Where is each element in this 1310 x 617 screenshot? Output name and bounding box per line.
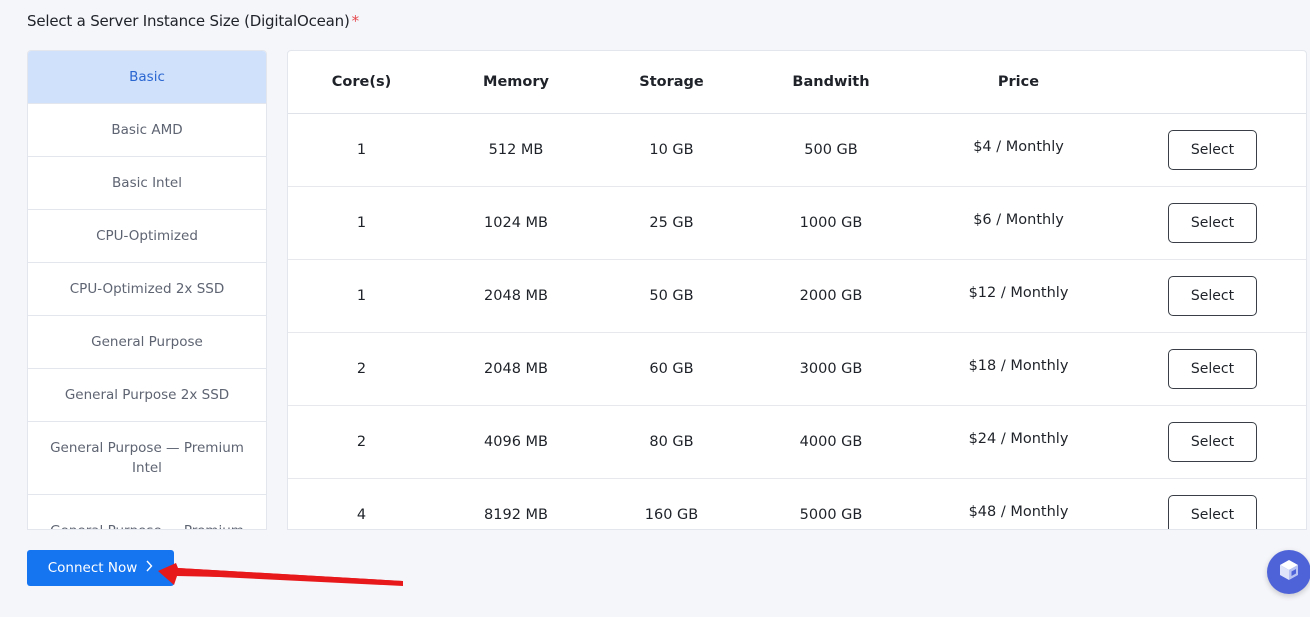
page-title-text: Select a Server Instance Size (DigitalOc… [27,12,350,30]
type-item-cpu-optimized-2x-ssd[interactable]: CPU-Optimized 2x SSD [28,263,266,316]
cell-bandwidth: 1000 GB [799,215,863,231]
cell-bandwidth: 3000 GB [799,361,863,377]
cell-storage: 50 GB [649,288,694,304]
select-button[interactable]: Select [1168,495,1257,529]
cell-price: $24 / Monthly [916,431,1121,450]
type-item-general-purpose[interactable]: General Purpose [28,316,266,369]
cell-bandwidth: 4000 GB [799,434,863,450]
cell-cores: 1 [356,215,367,231]
select-button[interactable]: Select [1168,422,1257,462]
cell-memory: 1024 MB [484,215,548,231]
cell-memory: 8192 MB [484,507,548,523]
cell-bandwidth: 5000 GB [799,507,863,523]
type-item-label: Basic AMD [111,122,183,138]
select-button[interactable]: Select [1168,130,1257,170]
cell-price: $18 / Monthly [916,358,1121,377]
cell-price: $48 / Monthly [916,504,1121,523]
type-item-general-purpose-2x-ssd[interactable]: General Purpose 2x SSD [28,369,266,422]
cell-cores: 1 [356,142,367,158]
table-row: 1 1024 MB 25 GB 1000 GB $6 / Monthly Sel… [288,187,1306,260]
type-item-basic[interactable]: Basic [28,51,266,104]
type-item-label: General Purpose — Premium Intel [50,440,244,476]
table-row: 2 2048 MB 60 GB 3000 GB $18 / Monthly Se… [288,333,1306,406]
connect-now-button[interactable]: Connect Now [27,550,174,586]
cell-cores: 4 [356,507,367,523]
price-text: $24 / Monthly [968,431,1069,447]
cell-cores: 1 [356,288,367,304]
table-row: 1 512 MB 10 GB 500 GB $4 / Monthly Selec… [288,114,1306,187]
cell-memory: 2048 MB [484,361,548,377]
instance-type-list: Basic Basic AMD Basic Intel CPU-Optimize… [27,50,267,530]
cell-action: Select [1121,276,1306,316]
cell-memory: 2048 MB [484,288,548,304]
header-storage: Storage [639,74,704,90]
type-item-label: Basic Intel [112,175,182,191]
select-button[interactable]: Select [1168,349,1257,389]
price-text: $18 / Monthly [968,358,1069,374]
required-mark: * [351,12,360,30]
cell-memory: 4096 MB [484,434,548,450]
cell-cores: 2 [356,434,367,450]
cell-storage: 25 GB [649,215,694,231]
cell-price: $6 / Monthly [916,212,1121,231]
type-item-basic-intel[interactable]: Basic Intel [28,157,266,210]
table-header: Core(s) Memory Storage Bandwith Price [288,51,1306,114]
select-button[interactable]: Select [1168,276,1257,316]
cell-storage: 10 GB [649,142,694,158]
instance-size-table: Core(s) Memory Storage Bandwith Price 1 … [287,50,1307,530]
cell-action: Select [1121,495,1306,529]
price-text: $4 / Monthly [973,139,1064,155]
cell-action: Select [1121,203,1306,243]
cell-price: $4 / Monthly [916,139,1121,158]
cell-bandwidth: 2000 GB [799,288,863,304]
cell-price: $12 / Monthly [916,285,1121,304]
type-item-cpu-optimized[interactable]: CPU-Optimized [28,210,266,263]
header-price: Price [997,74,1040,90]
price-text: $6 / Monthly [973,212,1064,228]
connect-now-label: Connect Now [47,560,138,576]
header-cores: Core(s) [331,74,392,90]
cell-action: Select [1121,422,1306,462]
type-item-label: Basic [129,69,165,85]
header-memory: Memory [483,74,549,90]
cell-action: Select [1121,349,1306,389]
type-item-label: General Purpose — Premium [50,521,244,529]
table-row: 2 4096 MB 80 GB 4000 GB $24 / Monthly Se… [288,406,1306,479]
type-item-general-purpose-premium-intel[interactable]: General Purpose — Premium Intel [28,422,266,495]
type-item-label: General Purpose [91,334,203,350]
type-item-label: CPU-Optimized 2x SSD [69,281,225,297]
cell-storage: 160 GB [644,507,699,523]
price-text: $48 / Monthly [968,504,1069,520]
type-item-label: General Purpose 2x SSD [64,387,230,403]
table-row: 1 2048 MB 50 GB 2000 GB $12 / Monthly Se… [288,260,1306,333]
type-item-basic-amd[interactable]: Basic AMD [28,104,266,157]
type-item-general-purpose-premium[interactable]: General Purpose — Premium [28,495,266,529]
chevron-right-icon [145,560,153,576]
cell-cores: 2 [356,361,367,377]
table-row: 4 8192 MB 160 GB 5000 GB $48 / Monthly S… [288,479,1306,529]
cell-memory: 512 MB [488,142,544,158]
cell-action: Select [1121,130,1306,170]
box-icon [1276,557,1302,587]
type-item-label: CPU-Optimized [96,228,198,244]
cell-bandwidth: 500 GB [804,142,858,158]
cell-storage: 60 GB [649,361,694,377]
cell-storage: 80 GB [649,434,694,450]
header-bandwidth: Bandwith [792,74,870,90]
select-button[interactable]: Select [1168,203,1257,243]
help-widget-button[interactable] [1267,550,1310,594]
price-text: $12 / Monthly [968,285,1069,301]
page-title: Select a Server Instance Size (DigitalOc… [27,12,359,30]
